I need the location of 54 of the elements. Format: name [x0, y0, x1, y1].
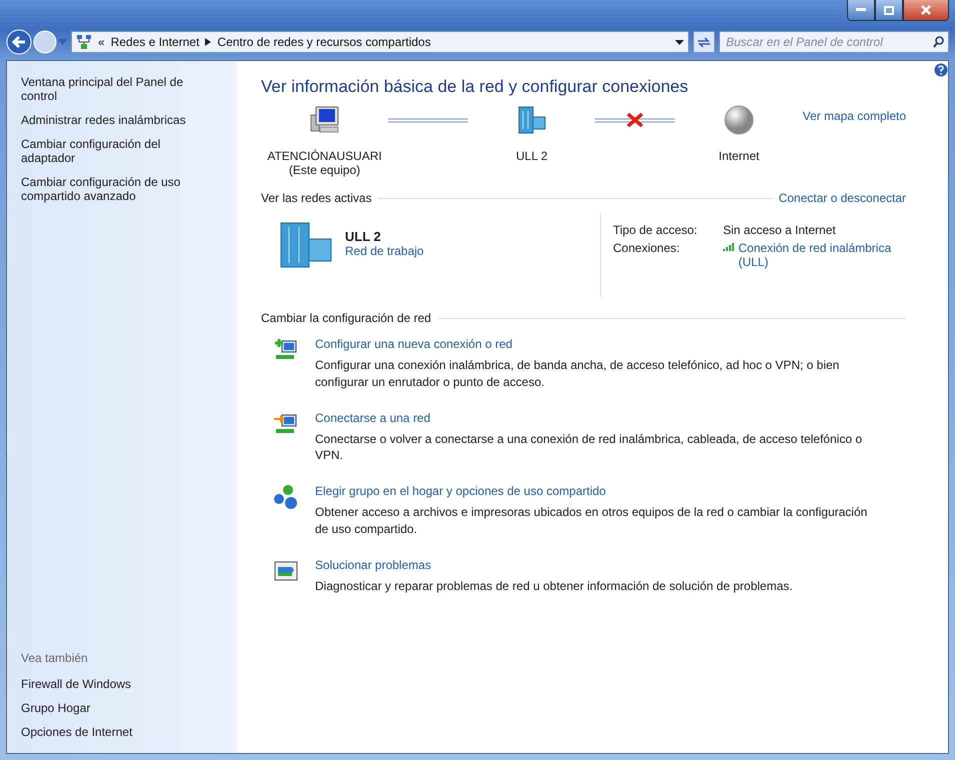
minimize-icon — [856, 8, 866, 12]
see-also-link[interactable]: Opciones de Internet — [21, 725, 211, 739]
full-map-link[interactable]: Ver mapa completo — [802, 109, 906, 123]
node-label: Internet — [718, 149, 760, 163]
breadcrumb-arrow-icon[interactable] — [205, 38, 212, 46]
task-description: Configurar una conexión inalámbrica, de banda ancha, de acceso telefónico, ad hoc o VPN; o bien configurar un enrutador o punto de acceso. — [315, 357, 840, 391]
detail-label: Conexiones: — [613, 241, 681, 257]
breadcrumb-item[interactable]: Redes e Internet — [110, 35, 200, 49]
forward-button[interactable] — [33, 30, 57, 54]
connect-link[interactable]: Conectar o desconectar — [778, 191, 906, 205]
search-icon — [933, 36, 944, 48]
sidebar-link[interactable]: Ventana principal del Panel de control — [21, 75, 211, 103]
see-also-heading: Vea también — [21, 651, 89, 665]
task-description: Obtener acceso a archivos e impresoras ubicados en otros equipos de la red o cambiar la configuración de uso compartido. — [315, 504, 868, 538]
task-link[interactable]: Conectarse a una red — [315, 410, 430, 425]
node-sublabel: (Este equipo) — [288, 163, 360, 177]
back-button[interactable] — [6, 29, 32, 55]
network-name: ULL 2 — [345, 229, 382, 244]
node-label: ULL 2 — [516, 149, 548, 163]
task-link[interactable]: Elegir grupo en el hogar y opciones de uso compartido — [315, 484, 606, 498]
signal-icon — [723, 241, 736, 251]
search-field[interactable]: Buscar en el Panel de control — [719, 31, 949, 53]
sidebar-link[interactable]: Cambiar configuración del adaptador — [21, 137, 211, 165]
maximize-button[interactable] — [875, 0, 903, 21]
network-type-link[interactable]: Red de trabajo — [345, 244, 424, 258]
help-icon[interactable] — [934, 63, 948, 77]
detail-label: Tipo de acceso: — [613, 223, 698, 237]
task-description: Diagnosticar y reparar problemas de red u obtener información de solución de problemas. — [315, 578, 794, 595]
close-button[interactable] — [903, 0, 949, 21]
overflow-chevron[interactable]: « — [98, 35, 105, 49]
sidebar-link[interactable]: Administrar redes inalámbricas — [21, 113, 211, 127]
network-icon — [76, 34, 92, 50]
globe-icon — [722, 105, 756, 135]
task-link[interactable]: Solucionar problemas — [315, 558, 432, 572]
connection-link[interactable]: Conexión de red inalámbrica (ULL) — [738, 241, 903, 269]
minimize-button[interactable] — [847, 0, 875, 21]
detail-value: Sin acceso a Internet — [723, 223, 837, 237]
refresh-button[interactable] — [693, 31, 715, 53]
section-heading: Cambiar la configuración de red — [261, 311, 432, 325]
breadcrumb-item[interactable]: Centro de redes y recursos compartidos — [217, 35, 431, 49]
address-bar[interactable]: « Redes e Internet Centro de redes y recursos compartidos — [71, 31, 689, 53]
maximize-icon — [884, 6, 894, 14]
task-description: Conectarse o volver a conectarse a una conexión de red inalámbrica, cableada, de acceso telefónico o VPN. — [315, 430, 864, 464]
close-icon — [921, 5, 931, 15]
refresh-icon — [697, 37, 711, 47]
section-heading: Ver las redes activas — [261, 191, 372, 205]
homegroup-icon — [273, 484, 299, 510]
page-title: Ver información básica de la red y configurar conexiones — [261, 77, 690, 97]
node-label: ATENCIÓNAUSUARI — [267, 149, 382, 163]
sidebar-link[interactable]: Cambiar configuración de uso compartido avanzado — [21, 175, 211, 203]
task-link[interactable]: Configurar una nueva conexión o red — [315, 337, 512, 351]
see-also-link[interactable]: Grupo Hogar — [21, 701, 211, 715]
dropdown-icon[interactable] — [675, 40, 684, 44]
see-also-link[interactable]: Firewall de Windows — [21, 677, 211, 691]
